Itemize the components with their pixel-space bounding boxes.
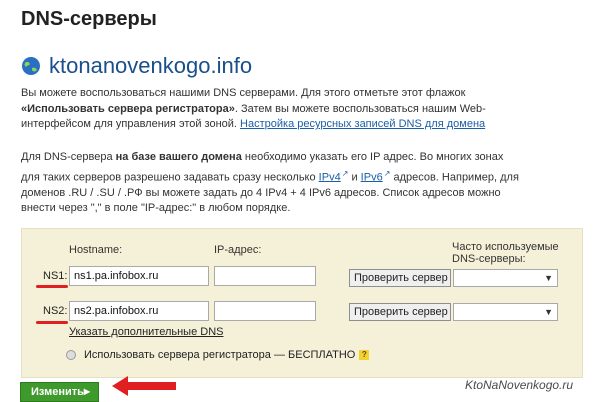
external-link-icon: ↗ (383, 168, 391, 178)
ns2-frequent-dns-select[interactable]: ▼ (453, 303, 558, 321)
change-button[interactable]: Изменить ▶ (20, 382, 99, 402)
domain-name: ktonanovenkogo.info (49, 53, 253, 78)
ipv6-link[interactable]: IPv6 (361, 171, 383, 183)
intro-paragraph: Вы можете воспользоваться нашими DNS сер… (21, 86, 591, 133)
page-title: DNS-серверы (21, 8, 157, 30)
ns2-red-underline (36, 321, 68, 324)
hostname-column-header: Hostname: (69, 244, 123, 256)
frequent-dns-header-line1: Часто используемые (452, 241, 559, 253)
ns2-ip-input[interactable] (214, 301, 316, 321)
ipv4-link[interactable]: IPv4 (319, 171, 341, 183)
intro-line1: Вы можете воспользоваться нашими DNS сер… (21, 87, 466, 99)
red-pointer-arrow-icon (112, 376, 176, 396)
ns1-check-server-button[interactable]: Проверить сервер (349, 269, 451, 287)
globe-icon (22, 57, 40, 75)
ns2-label: NS2: (43, 305, 68, 317)
frequent-dns-header-line2: DNS-серверы: (452, 253, 526, 265)
ip-info-l2b: адресов. Например, для (393, 171, 519, 184)
dns-form-panel: Hostname: IP-адрес: Часто используемые D… (21, 228, 583, 378)
ns1-hostname-input[interactable]: ns1.pa.infobox.ru (69, 266, 209, 286)
chevron-down-icon: ▼ (544, 273, 553, 283)
ip-info-l4: внести через "," в поле "IP-адрес:" в лю… (21, 202, 291, 215)
ip-column-header: IP-адрес: (214, 244, 262, 256)
ns1-label: NS1: (43, 270, 68, 282)
domain-header: ktonanovenkogo.info (21, 53, 252, 79)
chevron-down-icon: ▼ (544, 307, 553, 317)
ns2-hostname-input[interactable]: ns2.pa.infobox.ru (69, 301, 209, 321)
use-registrar-row: Использовать сервера регистратора — БЕСП… (66, 349, 370, 361)
ns2-check-server-button[interactable]: Проверить сервер (349, 303, 451, 321)
ns1-ip-input[interactable] (214, 266, 316, 286)
ip-info-paragraph: Для DNS-сервера на базе вашего домена не… (21, 150, 591, 217)
dns-records-link[interactable]: Настройка ресурсных записей DNS для доме… (240, 118, 485, 130)
ip-info-l3: доменов .RU / .SU / .РФ вы можете задать… (21, 186, 501, 199)
ip-info-l1b: необходимо указать его IP адрес. Во мног… (244, 151, 504, 163)
play-arrow-icon: ▶ (83, 387, 90, 396)
external-link-icon: ↗ (341, 168, 349, 178)
intro-line3: интерфейсом для управления этой зоной. (21, 118, 237, 130)
intro-bold-option: «Использовать сервера регистратора» (21, 102, 235, 115)
ip-info-l1a: Для DNS-сервера (21, 151, 113, 163)
use-registrar-checkbox[interactable] (66, 350, 76, 360)
ip-info-and: и (351, 171, 358, 184)
change-button-label: Изменить (31, 386, 84, 398)
ns1-red-underline (36, 285, 68, 288)
help-icon[interactable]: ? (359, 350, 370, 360)
watermark: KtoNaNovenkogo.ru (465, 378, 574, 392)
intro-line2: . Затем вы можете воспользоваться нашим … (234, 102, 486, 115)
add-dns-link[interactable]: Указать дополнительные DNS (69, 326, 224, 338)
ip-info-l2a: для таких серверов разрешено задавать ср… (21, 171, 316, 184)
ns1-frequent-dns-select[interactable]: ▼ (453, 269, 558, 287)
ip-info-bold: на базе вашего домена (115, 151, 242, 163)
use-registrar-label: Использовать сервера регистратора — БЕСП… (84, 349, 356, 361)
frequent-dns-header: Часто используемые DNS-серверы: (452, 241, 559, 265)
